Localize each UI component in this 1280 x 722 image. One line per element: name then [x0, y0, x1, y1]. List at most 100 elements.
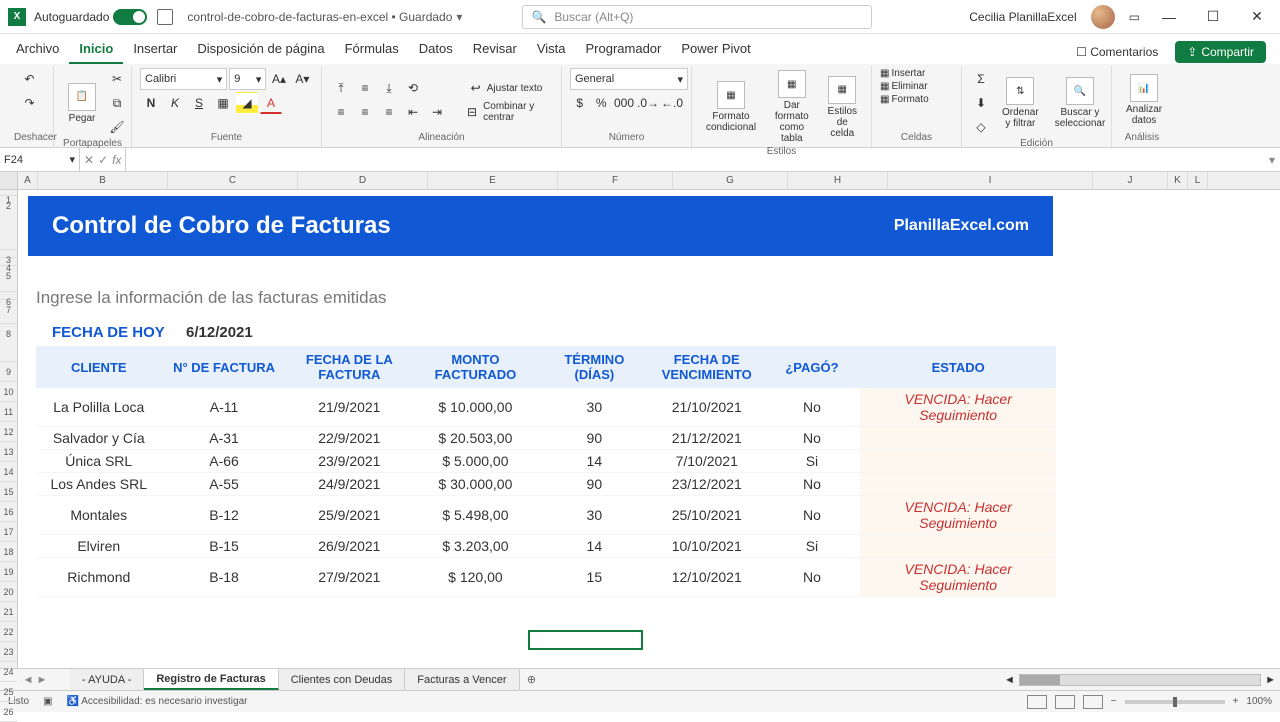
format-table-button[interactable]: ▦Dar formato como tabla: [766, 68, 818, 146]
cell-monto[interactable]: $ 5.498,00: [412, 496, 539, 535]
cell-estado[interactable]: VENCIDA: Hacer Seguimiento: [860, 558, 1056, 597]
wrap-text-button[interactable]: ↩ Ajustar texto: [460, 77, 553, 99]
copy-button[interactable]: ⧉: [106, 92, 128, 114]
cell-estado[interactable]: [860, 427, 1056, 450]
clear-button[interactable]: ◇: [970, 116, 992, 138]
currency-button[interactable]: $: [570, 92, 590, 114]
undo-button[interactable]: ↶: [19, 68, 41, 90]
horizontal-scrollbar[interactable]: ◄ ►: [1000, 669, 1280, 690]
formula-input[interactable]: [126, 148, 1264, 171]
underline-button[interactable]: S: [188, 92, 210, 114]
cell-factura[interactable]: B-15: [162, 535, 287, 558]
cell-factura[interactable]: A-55: [162, 473, 287, 496]
cell-pago[interactable]: No: [764, 558, 861, 597]
filename-dropdown-icon[interactable]: ▾: [456, 10, 462, 24]
row-header-14[interactable]: 14: [0, 462, 17, 482]
cell-termino[interactable]: 15: [539, 558, 650, 597]
macro-record-icon[interactable]: ▣: [43, 696, 52, 707]
decrease-decimal-button[interactable]: ←.0: [661, 92, 683, 114]
fx-icon[interactable]: fx: [112, 153, 121, 167]
insert-cells-button[interactable]: ▦ Insertar: [880, 68, 953, 79]
cell-monto[interactable]: $ 3.203,00: [412, 535, 539, 558]
ribbon-tab-revisar[interactable]: Revisar: [463, 35, 527, 64]
row-header-20[interactable]: 20: [0, 582, 17, 602]
cell-cliente[interactable]: Los Andes SRL: [36, 473, 162, 496]
cell-pago[interactable]: No: [764, 496, 861, 535]
row-header-18[interactable]: 18: [0, 542, 17, 562]
row-header-6[interactable]: 6: [0, 292, 17, 300]
sort-filter-button[interactable]: ⇅Ordenar y filtrar: [996, 75, 1045, 131]
analyze-data-button[interactable]: 📊Analizar datos: [1120, 72, 1168, 128]
ribbon-tab-insertar[interactable]: Insertar: [123, 35, 187, 64]
find-select-button[interactable]: 🔍Buscar y seleccionar: [1049, 75, 1112, 131]
ribbon-tab-fórmulas[interactable]: Fórmulas: [335, 35, 409, 64]
table-row[interactable]: La Polilla LocaA-1121/9/2021$ 10.000,003…: [36, 388, 1056, 427]
row-header-23[interactable]: 23: [0, 642, 17, 662]
cell-cliente[interactable]: La Polilla Loca: [36, 388, 162, 427]
minimize-button[interactable]: —: [1154, 9, 1184, 25]
worksheet[interactable]: Control de Cobro de Facturas PlanillaExc…: [18, 190, 1280, 668]
cancel-formula-icon[interactable]: ✕: [84, 153, 94, 167]
zoom-out-button[interactable]: −: [1111, 696, 1117, 707]
increase-font-button[interactable]: A▴: [268, 68, 289, 90]
cell-termino[interactable]: 30: [539, 496, 650, 535]
row-header-5[interactable]: 5: [0, 266, 17, 292]
cell-cliente[interactable]: Montales: [36, 496, 162, 535]
align-bottom-button[interactable]: ⤓: [378, 77, 400, 99]
row-header-17[interactable]: 17: [0, 522, 17, 542]
number-format-combo[interactable]: General▾: [570, 68, 688, 90]
search-box[interactable]: 🔍 Buscar (Alt+Q): [522, 5, 872, 29]
cell-pago[interactable]: No: [764, 473, 861, 496]
cell-cliente[interactable]: Salvador y Cía: [36, 427, 162, 450]
cell-estado[interactable]: [860, 535, 1056, 558]
table-row[interactable]: RichmondB-1827/9/2021$ 120,001512/10/202…: [36, 558, 1056, 597]
cell-venc[interactable]: 10/10/2021: [650, 535, 764, 558]
align-top-button[interactable]: ⤒: [330, 77, 352, 99]
ribbon-tab-inicio[interactable]: Inicio: [69, 35, 123, 64]
user-avatar[interactable]: [1091, 5, 1115, 29]
comments-button[interactable]: ☐ Comentarios: [1067, 40, 1167, 64]
font-size-combo[interactable]: 9▾: [229, 68, 266, 90]
col-header-L[interactable]: L: [1188, 172, 1208, 189]
cell-fecha[interactable]: 21/9/2021: [287, 388, 412, 427]
zoom-slider[interactable]: [1125, 700, 1225, 704]
scroll-left-icon[interactable]: ◄: [1004, 674, 1015, 686]
cell-styles-button[interactable]: ▦Estilos de celda: [822, 74, 863, 141]
cell-fecha[interactable]: 26/9/2021: [287, 535, 412, 558]
row-header-3[interactable]: 3: [0, 250, 17, 258]
cell-cliente[interactable]: Richmond: [36, 558, 162, 597]
orientation-button[interactable]: ⟲: [402, 77, 424, 99]
formula-expand-icon[interactable]: ▾: [1264, 148, 1280, 171]
row-header-22[interactable]: 22: [0, 622, 17, 642]
increase-decimal-button[interactable]: .0→: [637, 92, 659, 114]
cell-venc[interactable]: 25/10/2021: [650, 496, 764, 535]
indent-increase-button[interactable]: ⇥: [426, 101, 448, 123]
cell-monto[interactable]: $ 30.000,00: [412, 473, 539, 496]
comma-button[interactable]: 000: [613, 92, 635, 114]
row-header-25[interactable]: 25: [0, 682, 17, 702]
cell-pago[interactable]: Si: [764, 535, 861, 558]
font-color-button[interactable]: A: [260, 92, 282, 114]
cell-termino[interactable]: 14: [539, 535, 650, 558]
zoom-level[interactable]: 100%: [1246, 696, 1272, 707]
cut-button[interactable]: ✂: [106, 68, 128, 90]
page-layout-view-button[interactable]: [1055, 695, 1075, 709]
align-middle-button[interactable]: ≡: [354, 77, 376, 99]
sheet-tab[interactable]: Registro de Facturas: [144, 669, 278, 690]
cell-fecha[interactable]: 23/9/2021: [287, 450, 412, 473]
align-center-button[interactable]: ≡: [354, 101, 376, 123]
col-header-A[interactable]: A: [18, 172, 38, 189]
zoom-in-button[interactable]: +: [1233, 696, 1239, 707]
cell-cliente[interactable]: Elviren: [36, 535, 162, 558]
page-break-view-button[interactable]: [1083, 695, 1103, 709]
maximize-button[interactable]: ☐: [1198, 8, 1228, 25]
autosum-button[interactable]: Σ: [970, 68, 992, 90]
cell-fecha[interactable]: 27/9/2021: [287, 558, 412, 597]
merge-center-button[interactable]: ⊟ Combinar y centrar: [460, 101, 553, 123]
delete-cells-button[interactable]: ▦ Eliminar: [880, 81, 953, 92]
add-sheet-button[interactable]: ⊕: [520, 669, 544, 690]
row-header-24[interactable]: 24: [0, 662, 17, 682]
sheet-tab[interactable]: Facturas a Vencer: [405, 669, 519, 690]
align-left-button[interactable]: ≡: [330, 101, 352, 123]
row-header-15[interactable]: 15: [0, 482, 17, 502]
